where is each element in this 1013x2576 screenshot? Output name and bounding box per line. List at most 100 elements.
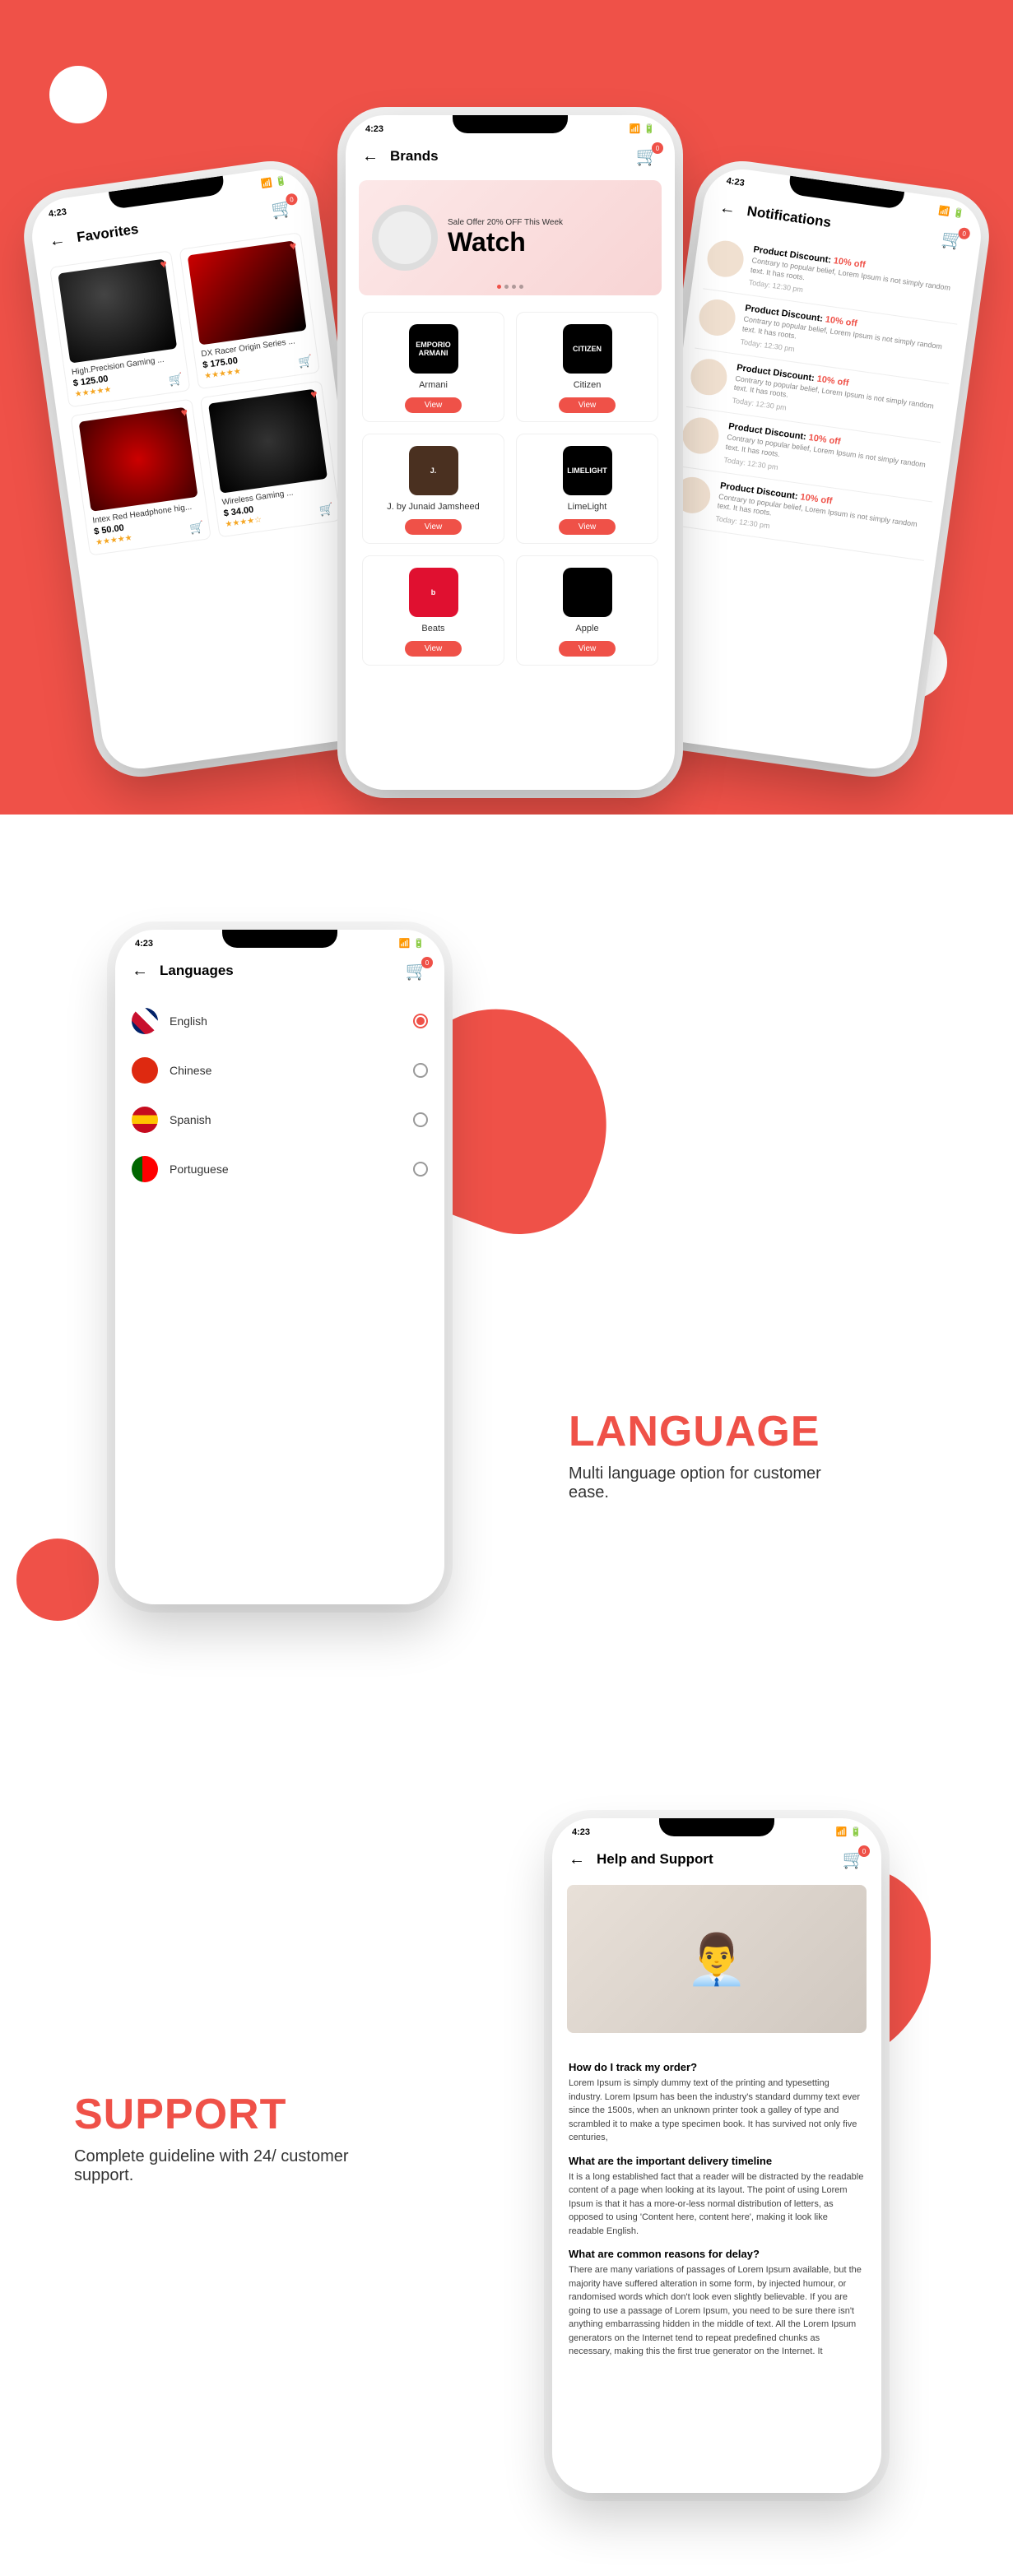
heart-icon[interactable]: ♥ bbox=[159, 257, 167, 271]
faq-question: How do I track my order? bbox=[569, 2061, 865, 2073]
page-title: Help and Support bbox=[597, 1851, 713, 1868]
phone-notch bbox=[453, 115, 568, 133]
brand-name: J. by Junaid Jamsheed bbox=[371, 502, 495, 512]
brand-name: Citizen bbox=[525, 380, 649, 390]
page-title: Notifications bbox=[746, 203, 832, 231]
language-name: English bbox=[170, 1014, 207, 1028]
language-option[interactable]: English bbox=[132, 996, 428, 1046]
status-time: 4:23 bbox=[572, 1827, 590, 1837]
heart-icon[interactable]: ♥ bbox=[289, 239, 297, 253]
section-subhead: Complete guideline with 24/ customer sup… bbox=[74, 2147, 387, 2185]
back-icon[interactable]: ← bbox=[569, 1850, 585, 1869]
support-hero-image: 👨‍💼 bbox=[567, 1885, 867, 2033]
flag-icon bbox=[132, 1107, 158, 1133]
language-option[interactable]: Portuguese bbox=[132, 1144, 428, 1194]
flag-icon bbox=[132, 1057, 158, 1084]
page-title: Brands bbox=[390, 148, 439, 165]
cart-icon[interactable]: 🛒0 bbox=[843, 1849, 865, 1870]
cart-badge: 0 bbox=[652, 142, 663, 154]
flag-icon bbox=[132, 1008, 158, 1034]
headphone-image bbox=[372, 205, 438, 271]
brand-card[interactable]: b Beats View bbox=[362, 555, 504, 666]
view-button[interactable]: View bbox=[405, 397, 462, 413]
view-button[interactable]: View bbox=[559, 641, 616, 657]
section-headline: LANGUAGE bbox=[569, 1407, 865, 1456]
status-time: 4:23 bbox=[48, 207, 67, 219]
back-icon[interactable]: ← bbox=[48, 230, 67, 252]
view-button[interactable]: View bbox=[559, 397, 616, 413]
view-button[interactable]: View bbox=[405, 641, 462, 657]
page-title: Languages bbox=[160, 963, 234, 979]
cart-icon[interactable]: 🛒0 bbox=[270, 197, 295, 221]
cart-icon[interactable]: 🛒0 bbox=[940, 228, 965, 253]
faq-question: What are the important delivery timeline bbox=[569, 2155, 865, 2167]
heart-icon[interactable]: ♥ bbox=[309, 387, 318, 401]
radio-button[interactable] bbox=[413, 1014, 428, 1028]
phone-brands: 4:23 📶🔋 ← Brands 🛒0 Sale Offer 20% OFF T… bbox=[346, 115, 675, 790]
back-icon[interactable]: ← bbox=[132, 962, 148, 981]
brand-name: Armani bbox=[371, 380, 495, 390]
cart-icon[interactable]: 🛒0 bbox=[406, 960, 428, 982]
add-to-cart-icon[interactable]: 🛒 bbox=[188, 520, 205, 536]
banner-subtitle: Sale Offer 20% OFF This Week bbox=[448, 218, 563, 227]
product-card[interactable]: ♥ Wireless Gaming ... $ 34.00 ★★★★☆ 🛒 bbox=[200, 380, 341, 537]
phone-favorites: 4:23 📶🔋 ← Favorites 🛒0 ♥ High.Precision … bbox=[27, 165, 384, 774]
back-icon[interactable]: ← bbox=[718, 198, 737, 220]
product-card[interactable]: ♥ High.Precision Gaming ... $ 125.00 ★★★… bbox=[49, 250, 190, 407]
notification-avatar bbox=[681, 415, 722, 457]
brand-card[interactable]: J. J. by Junaid Jamsheed View bbox=[362, 434, 504, 544]
cart-icon[interactable]: 🛒0 bbox=[636, 146, 658, 167]
banner-pagination bbox=[497, 285, 523, 289]
language-name: Spanish bbox=[170, 1113, 211, 1126]
brand-logo: LIMELIGHT bbox=[563, 446, 612, 495]
banner-title: Watch bbox=[448, 227, 563, 258]
language-option[interactable]: Spanish bbox=[132, 1095, 428, 1144]
faq-answer: Lorem Ipsum is simply dummy text of the … bbox=[569, 2077, 865, 2145]
brand-card[interactable]: EMPORIO ARMANI Armani View bbox=[362, 312, 504, 422]
cart-badge: 0 bbox=[421, 957, 433, 968]
notification-avatar bbox=[689, 356, 730, 397]
cart-badge: 0 bbox=[958, 227, 971, 240]
notification-avatar bbox=[671, 475, 713, 516]
add-to-cart-icon[interactable]: 🛒 bbox=[168, 372, 184, 388]
radio-button[interactable] bbox=[413, 1162, 428, 1177]
add-to-cart-icon[interactable]: 🛒 bbox=[297, 354, 314, 369]
brand-logo: EMPORIO ARMANI bbox=[409, 324, 458, 374]
brand-card[interactable]: CITIZEN Citizen View bbox=[516, 312, 658, 422]
decorative-blob bbox=[16, 1539, 99, 1621]
brand-card[interactable]: LIMELIGHT LimeLight View bbox=[516, 434, 658, 544]
status-time: 4:23 bbox=[726, 175, 745, 188]
language-option[interactable]: Chinese bbox=[132, 1046, 428, 1095]
view-button[interactable]: View bbox=[559, 519, 616, 535]
view-button[interactable]: View bbox=[405, 519, 462, 535]
section-subhead: Multi language option for customer ease. bbox=[569, 1464, 865, 1502]
product-image bbox=[58, 258, 177, 363]
brand-logo: CITIZEN bbox=[563, 324, 612, 374]
product-card[interactable]: ♥ DX Racer Origin Series ... $ 175.00 ★★… bbox=[179, 232, 320, 389]
faq-answer: There are many variations of passages of… bbox=[569, 2263, 865, 2359]
brand-name: Apple bbox=[525, 624, 649, 634]
language-name: Chinese bbox=[170, 1064, 211, 1077]
language-name: Portuguese bbox=[170, 1163, 229, 1176]
back-icon[interactable]: ← bbox=[362, 147, 379, 166]
radio-button[interactable] bbox=[413, 1063, 428, 1078]
cart-badge: 0 bbox=[286, 193, 299, 206]
page-title: Favorites bbox=[76, 221, 140, 246]
brand-card[interactable]: Apple View bbox=[516, 555, 658, 666]
faq-answer: It is a long established fact that a rea… bbox=[569, 2170, 865, 2239]
phone-notch bbox=[659, 1818, 774, 1836]
phone-notifications: 4:23 📶🔋 ← Notifications 🛒0 Product Disco… bbox=[629, 165, 986, 774]
cart-badge: 0 bbox=[858, 1845, 870, 1857]
radio-button[interactable] bbox=[413, 1112, 428, 1127]
heart-icon[interactable]: ♥ bbox=[180, 405, 188, 419]
product-card[interactable]: ♥ Intex Red Headphone hig... $ 50.00 ★★★… bbox=[70, 399, 211, 556]
brand-logo: J. bbox=[409, 446, 458, 495]
flag-icon bbox=[132, 1156, 158, 1182]
brand-logo: b bbox=[409, 568, 458, 617]
section-headline: SUPPORT bbox=[74, 2090, 387, 2139]
promo-banner[interactable]: Sale Offer 20% OFF This Week Watch bbox=[359, 180, 662, 295]
product-image bbox=[79, 407, 198, 512]
add-to-cart-icon[interactable]: 🛒 bbox=[318, 502, 335, 518]
phone-notch bbox=[222, 930, 337, 948]
phone-support: 4:23 📶🔋 ← Help and Support 🛒0 👨‍💼 How do… bbox=[552, 1818, 881, 2493]
